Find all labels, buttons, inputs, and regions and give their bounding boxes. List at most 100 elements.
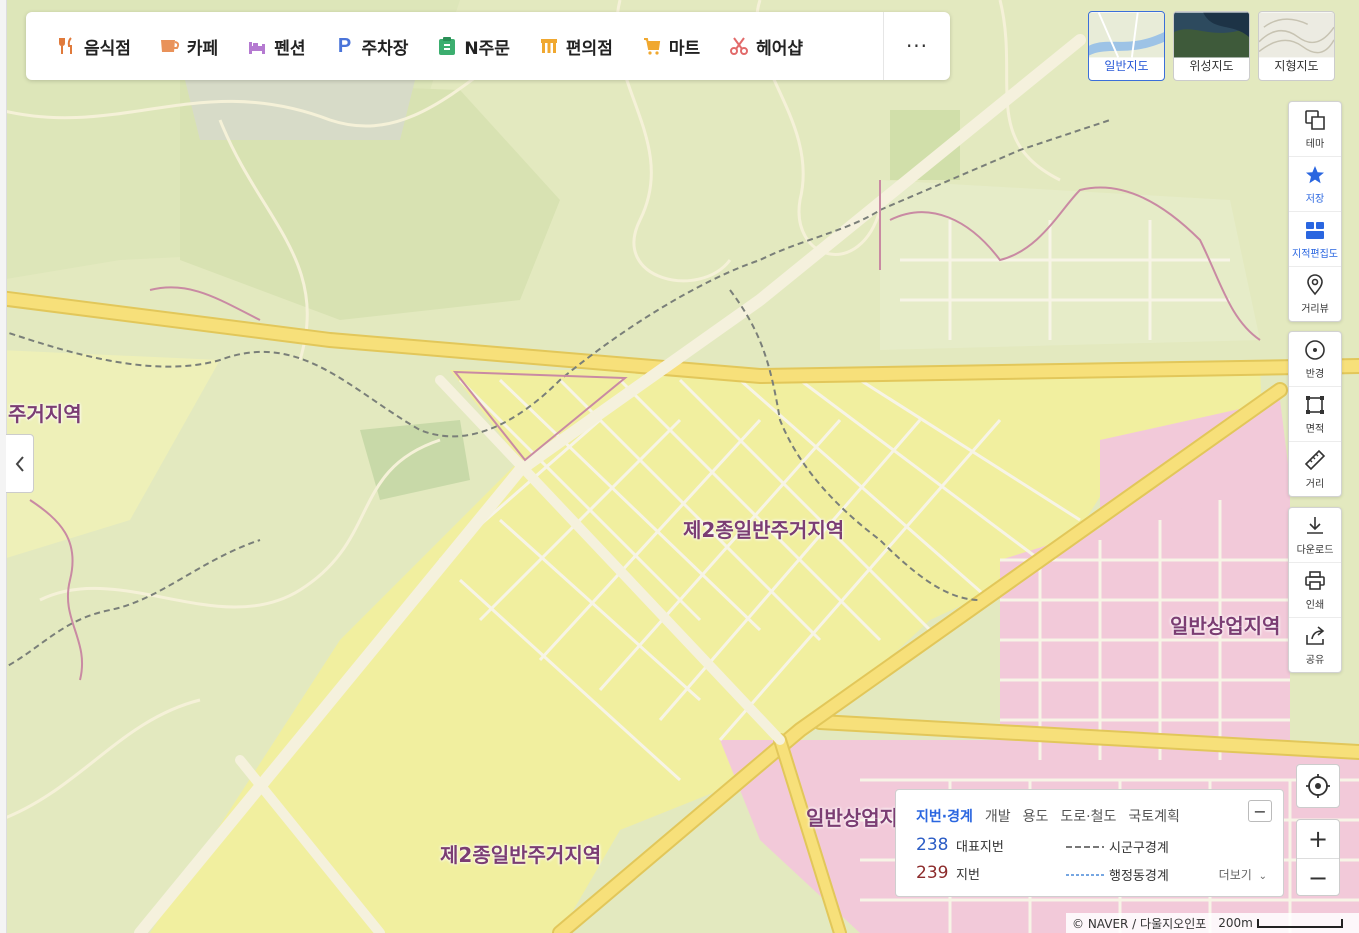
cadastral-map-button[interactable]: 지적편집도 — [1289, 212, 1341, 267]
legend-line-item: 행정동경계 — [1066, 865, 1169, 884]
legend-line-label: 행정동경계 — [1109, 869, 1169, 884]
tool-label: 거리뷰 — [1301, 303, 1329, 315]
more-label: 더보기 — [1218, 868, 1252, 882]
map-type-satellite[interactable]: 위성지도 — [1173, 11, 1250, 81]
legend-row-label: 대표지번 — [956, 839, 1004, 855]
tool-label: 다운로드 — [1296, 544, 1334, 556]
category-label: 주차장 — [361, 38, 409, 59]
tool-group-export: 다운로드 인쇄 공유 — [1288, 507, 1342, 673]
download-icon — [1307, 516, 1323, 534]
normal-map-thumbnail — [1089, 12, 1164, 58]
legend-parcel-number: 238 — [916, 835, 949, 855]
legend-tab-national-plan[interactable]: 국토계획 — [1128, 806, 1180, 826]
star-icon — [1306, 165, 1324, 183]
category-n-order[interactable]: N주문 — [436, 12, 510, 80]
zoom-in-button[interactable]: + — [1297, 820, 1339, 859]
legend-tabs: 지번·경계 개발 용도 도로·철도 국토계획 — [916, 806, 1180, 826]
category-label: 카페 — [186, 38, 219, 59]
area-button[interactable]: 면적 — [1289, 387, 1341, 442]
tool-label: 반경 — [1305, 368, 1325, 380]
theme-button[interactable]: 테마 — [1289, 102, 1341, 157]
my-location-button[interactable] — [1296, 764, 1340, 808]
hair-shop-icon — [728, 35, 750, 57]
category-pension[interactable]: 펜션 — [246, 12, 305, 80]
legend-row: 238 대표지번 — [916, 835, 1004, 855]
chevron-left-icon — [15, 455, 24, 472]
category-label: 헤어샵 — [756, 38, 804, 59]
copyright-text: © NAVER / 다울지오인포 — [1072, 916, 1207, 931]
ruler-icon — [1304, 449, 1326, 470]
legend-line-label: 시군구경계 — [1109, 841, 1169, 856]
map-type-label: 지형지도 — [1274, 59, 1319, 73]
tool-label: 인쇄 — [1305, 599, 1325, 611]
category-label: N주문 — [464, 38, 510, 59]
area-icon — [1306, 395, 1324, 414]
share-icon — [1306, 625, 1325, 645]
map-label-district: 제2종일반주거지역 — [683, 518, 845, 542]
theme-icon — [1305, 109, 1325, 130]
legend-parcel-number: 239 — [916, 863, 949, 883]
legend-tab-zoning[interactable]: 용도 — [1023, 806, 1049, 826]
category-label: 펜션 — [274, 38, 306, 59]
print-icon — [1305, 570, 1325, 590]
distance-button[interactable]: 거리 — [1289, 442, 1341, 496]
category-more-button[interactable]: ··· — [883, 12, 950, 80]
map-label-district: 제2종일반주거지역 — [440, 843, 602, 867]
tool-label: 거리 — [1305, 478, 1325, 490]
legend-tab-development[interactable]: 개발 — [985, 806, 1011, 826]
category-label: 음식점 — [84, 38, 131, 59]
legend-more-button[interactable]: 더보기 ⌄ — [1219, 866, 1267, 883]
share-button[interactable]: 공유 — [1289, 618, 1341, 672]
legend-panel: 지번·경계 개발 용도 도로·철도 국토계획 − 238 대표지번 239 지번… — [895, 789, 1284, 897]
convenience-store-icon — [538, 35, 560, 57]
category-restaurant[interactable]: 음식점 — [56, 12, 131, 80]
download-button[interactable]: 다운로드 — [1289, 508, 1341, 563]
satellite-map-thumbnail — [1174, 12, 1249, 58]
map-attribution: © NAVER / 다울지오인포 200m — [1066, 913, 1359, 933]
tool-label: 공유 — [1305, 654, 1325, 666]
panel-toggle-button[interactable] — [6, 434, 34, 493]
category-cafe[interactable]: 카페 — [159, 12, 218, 80]
chevron-down-icon: ⌄ — [1258, 871, 1267, 882]
save-button[interactable]: 저장 — [1289, 157, 1341, 212]
restaurant-icon — [56, 35, 78, 57]
zoom-out-button[interactable]: − — [1297, 859, 1339, 897]
radius-icon — [1305, 339, 1325, 360]
map-label-district: 일반상업지 — [806, 806, 898, 830]
map-label-district: 주거지역 — [8, 402, 82, 426]
n-order-icon — [436, 35, 458, 57]
map-type-terrain[interactable]: 지형지도 — [1258, 11, 1335, 81]
street-view-icon — [1307, 273, 1323, 295]
mart-icon — [641, 35, 663, 57]
legend-row: 239 지번 — [916, 863, 980, 883]
dong-boundary-line-icon — [1066, 873, 1104, 876]
legend-tab-parcel[interactable]: 지번·경계 — [916, 806, 973, 826]
legend-tab-road-rail[interactable]: 도로·철도 — [1060, 806, 1116, 826]
parking-icon: P — [337, 34, 352, 57]
tool-group-measure: 반경 면적 거리 — [1288, 331, 1342, 497]
legend-row-label: 지번 — [956, 867, 980, 883]
scale-bar — [1256, 919, 1343, 928]
tool-label: 지적편집도 — [1292, 248, 1338, 260]
category-parking[interactable]: P 주차장 — [333, 12, 409, 80]
print-button[interactable]: 인쇄 — [1289, 563, 1341, 618]
legend-line-item: 시군구경계 — [1066, 837, 1169, 856]
scale-label: 200m — [1218, 916, 1253, 930]
category-bar: 음식점 카페 펜션 P 주차장 N주문 편의점 마트 헤어샵 ··· — [26, 12, 950, 80]
radius-button[interactable]: 반경 — [1289, 332, 1341, 387]
legend-minimize-button[interactable]: − — [1248, 800, 1272, 822]
street-view-button[interactable]: 거리뷰 — [1289, 267, 1341, 321]
tool-group-map: 테마 저장 지적편집도 거리뷰 — [1288, 101, 1342, 322]
map-type-normal[interactable]: 일반지도 — [1088, 11, 1165, 81]
category-mart[interactable]: 마트 — [641, 12, 700, 80]
category-convenience-store[interactable]: 편의점 — [538, 12, 613, 80]
tool-label: 면적 — [1305, 423, 1325, 435]
category-label: 마트 — [668, 38, 701, 59]
category-label: 편의점 — [565, 38, 613, 59]
tool-label: 저장 — [1305, 193, 1325, 205]
map-type-label: 위성지도 — [1189, 59, 1234, 73]
category-hair-shop[interactable]: 헤어샵 — [728, 12, 803, 80]
terrain-map-thumbnail — [1259, 12, 1334, 58]
cafe-icon — [159, 35, 181, 57]
pension-icon — [246, 35, 268, 57]
